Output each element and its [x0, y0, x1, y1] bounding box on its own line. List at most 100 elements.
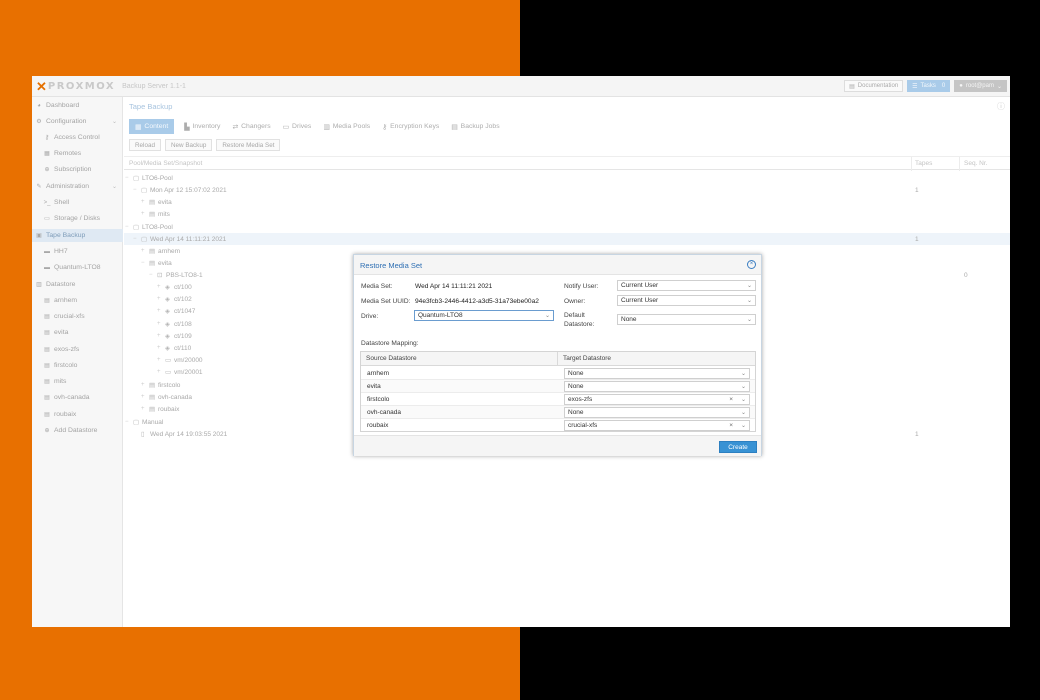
tree-toggle-icon: −	[125, 419, 129, 425]
target-datastore-select[interactable]: exos-zfs × ⌄	[564, 394, 750, 405]
chevron-down-icon[interactable]: ⌄	[741, 409, 746, 416]
wrench-icon: ✎	[36, 184, 42, 190]
source-datastore: roubaix	[367, 422, 389, 429]
owner-select[interactable]: Current User ⌄	[617, 295, 756, 306]
column-header-target[interactable]: Target Datastore	[558, 352, 755, 366]
tab-drives[interactable]: ▭ Drives	[277, 119, 318, 134]
sidebar-item-crucial-xfs[interactable]: ▤ crucial-xfs	[32, 310, 123, 323]
sidebar-item-storage-disks[interactable]: ▭ Storage / Disks	[32, 212, 123, 225]
tree-row[interactable]: − ▢ Mon Apr 12 15:07:02 2021 1	[124, 184, 1010, 196]
sidebar-item-datastore[interactable]: ▥ Datastore	[32, 278, 123, 291]
user-menu-button[interactable]: ● root@pam ⌄	[954, 80, 1007, 92]
chevron-down-icon[interactable]: ⌄	[545, 312, 550, 319]
key-icon: ⚷	[44, 135, 50, 141]
notify-user-select[interactable]: Current User ⌄	[617, 280, 756, 291]
database-icon: ▤	[149, 382, 156, 389]
sidebar-item-access-control[interactable]: ⚷ Access Control	[32, 131, 123, 144]
sidebar-item-shell[interactable]: >_ Shell	[32, 196, 123, 209]
plus-circle-icon: ⊕	[44, 428, 50, 434]
media-set-label: Media Set:	[361, 283, 393, 290]
reload-button[interactable]: Reload	[129, 139, 161, 151]
sidebar-item-mits[interactable]: ▤ mits	[32, 375, 123, 388]
uuid-value: 94e3fcb3-2446-4412-a3d5-31a73ebe00a2	[415, 298, 539, 305]
dialog-footer: Create	[354, 435, 761, 456]
sidebar-item-firstcolo[interactable]: ▤ firstcolo	[32, 359, 123, 372]
grid-icon: ▦	[135, 123, 142, 131]
database-icon: ▤	[44, 314, 50, 320]
tasks-button[interactable]: ☰ Tasks 0	[907, 80, 951, 92]
sidebar-item-add-datastore[interactable]: ⊕ Add Datastore	[32, 424, 123, 437]
sidebar-item-arnhem[interactable]: ▤ arnhem	[32, 294, 123, 307]
column-header-seq[interactable]: Seq. Nr.	[964, 160, 987, 167]
sidebar-item-subscription[interactable]: ⊕ Subscription	[32, 163, 123, 176]
chevron-down-icon[interactable]: ⌄	[747, 282, 752, 289]
clear-icon[interactable]: ×	[729, 422, 733, 429]
sidebar-item-dashboard[interactable]: ◕ Dashboard	[32, 99, 123, 112]
logo-text: PROXMOX	[47, 81, 116, 92]
tab-content[interactable]: ▦ Content	[129, 119, 175, 134]
tree-row[interactable]: + ▤ evita	[124, 196, 1010, 208]
close-icon[interactable]: ×	[747, 260, 756, 269]
database-icon: ▤	[44, 347, 50, 353]
sidebar-item-evita[interactable]: ▤ evita	[32, 326, 123, 339]
column-header-tapes[interactable]: Tapes	[915, 160, 932, 167]
target-datastore-select[interactable]: crucial-xfs × ⌄	[564, 420, 750, 431]
database-icon: ▤	[44, 363, 50, 369]
target-datastore-select[interactable]: None ⌄	[564, 368, 750, 379]
new-backup-button[interactable]: New Backup	[164, 139, 213, 151]
product-version: Backup Server 1.1-1	[122, 83, 186, 90]
proxmox-x-icon: ✕	[36, 79, 47, 94]
column-header-name[interactable]: Pool/Media Set/Snapshot	[129, 160, 202, 167]
sidebar-item-tape-backup[interactable]: ▣ Tape Backup	[32, 229, 123, 242]
tab-media-pools[interactable]: ▥ Media Pools	[317, 119, 376, 134]
chevron-down-icon[interactable]: ⌄	[747, 316, 752, 323]
database-icon: ▤	[44, 298, 50, 304]
tree-row-selected[interactable]: − ▢ Wed Apr 14 11:11:21 2021 1	[124, 233, 1010, 245]
tab-changers[interactable]: ⇄ Changers	[226, 119, 276, 134]
column-header-source[interactable]: Source Datastore	[361, 352, 558, 366]
sidebar-item-quantum-lto8[interactable]: ▬ Quantum-LTO8	[32, 261, 123, 274]
sidebar-item-administration[interactable]: ✎ Administration ⌄	[32, 180, 123, 193]
sidebar-item-roubaix[interactable]: ▤ roubaix	[32, 408, 123, 421]
tree-row[interactable]: + ▤ mits	[124, 208, 1010, 220]
tree-row[interactable]: − ▢ LTO8-Pool	[124, 221, 1010, 233]
chevron-down-icon[interactable]: ⌄	[741, 396, 746, 403]
cube-icon: ◈	[165, 333, 170, 340]
tab-backup-jobs[interactable]: ▤ Backup Jobs	[445, 119, 505, 134]
tab-encryption-keys[interactable]: ⚷ Encryption Keys	[376, 119, 445, 134]
tab-inventory[interactable]: ▙ Inventory	[178, 119, 226, 134]
restore-media-set-button[interactable]: Restore Media Set	[216, 139, 281, 151]
cube-icon: ◈	[165, 345, 170, 352]
tree-row[interactable]: − ▢ LTO6-Pool	[124, 172, 1010, 184]
clear-icon[interactable]: ×	[729, 396, 733, 403]
help-icon[interactable]: ⓘ	[997, 101, 1005, 112]
drive-select[interactable]: Quantum-LTO8 ⌄	[414, 310, 554, 321]
chevron-down-icon: ⌄	[111, 184, 117, 190]
sidebar-item-exos-zfs[interactable]: ▤ exos-zfs	[32, 343, 123, 356]
desktop-icon: ▭	[165, 369, 172, 376]
tape-icon: ⊡	[157, 272, 163, 279]
chevron-down-icon[interactable]: ⌄	[741, 383, 746, 390]
pools-icon: ▥	[323, 123, 330, 131]
sidebar-item-ovh-canada[interactable]: ▤ ovh-canada	[32, 391, 123, 404]
documentation-button[interactable]: ▤ Documentation	[844, 80, 904, 92]
sidebar-item-remotes[interactable]: ▦ Remotes	[32, 147, 123, 160]
source-datastore: firstcolo	[367, 396, 390, 403]
page-title: Tape Backup	[129, 102, 173, 111]
sidebar-item-hh7[interactable]: ▬ HH7	[32, 245, 123, 258]
sidebar-item-configuration[interactable]: ⚙ Configuration ⌄	[32, 115, 123, 128]
tree-toggle-icon: −	[125, 175, 129, 181]
datastore-mapping-label: Datastore Mapping:	[361, 340, 419, 347]
target-datastore-select[interactable]: None ⌄	[564, 381, 750, 392]
target-datastore-select[interactable]: None ⌄	[564, 407, 750, 418]
chevron-down-icon[interactable]: ⌄	[747, 297, 752, 304]
create-button[interactable]: Create	[719, 441, 757, 453]
default-datastore-select[interactable]: None ⌄	[617, 314, 756, 325]
logo: ✕ PROXMOX Backup Server 1.1-1	[36, 80, 186, 93]
tree-toggle-icon: +	[141, 406, 145, 412]
database-icon: ▤	[149, 199, 156, 206]
grid-header: Pool/Media Set/Snapshot Tapes Seq. Nr.	[124, 156, 1010, 171]
chevron-down-icon[interactable]: ⌄	[741, 422, 746, 429]
mapping-row: roubaix crucial-xfs × ⌄	[361, 419, 755, 432]
chevron-down-icon[interactable]: ⌄	[741, 370, 746, 377]
